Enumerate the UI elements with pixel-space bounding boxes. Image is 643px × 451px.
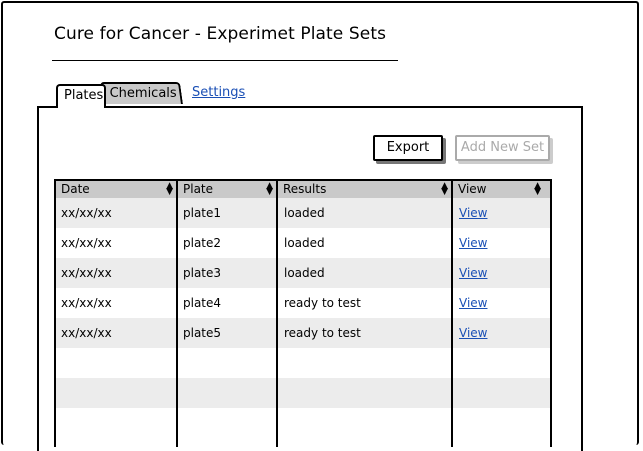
cell-plate: plate1 — [183, 206, 222, 220]
cell-plate: plate4 — [183, 296, 222, 310]
cell-results: loaded — [284, 206, 325, 220]
table-row[interactable]: xx/xx/xx plate5 ready to test View — [56, 318, 550, 348]
sort-icon[interactable]: ▲ ▼ — [441, 182, 448, 197]
page-title: Cure for Cancer - Experimet Plate Sets — [54, 24, 387, 44]
add-new-set-button[interactable]: Add New Set — [455, 135, 550, 161]
cell-results: loaded — [284, 236, 325, 250]
cell-results: ready to test — [284, 296, 361, 310]
column-divider — [176, 181, 178, 447]
view-link[interactable]: View — [459, 236, 487, 250]
cell-date: xx/xx/xx — [61, 266, 112, 280]
column-header-view-label: View — [458, 182, 487, 196]
sort-icon[interactable]: ▲ ▼ — [266, 182, 273, 197]
tab-settings[interactable]: Settings — [192, 85, 245, 100]
empty-row — [56, 378, 550, 408]
table-row[interactable]: xx/xx/xx plate2 loaded View — [56, 228, 550, 258]
column-header-results-label: Results — [283, 182, 327, 196]
sort-icon[interactable]: ▲ ▼ — [534, 182, 541, 197]
view-link[interactable]: View — [459, 206, 487, 220]
empty-row — [56, 348, 550, 378]
cell-date: xx/xx/xx — [61, 236, 112, 250]
table-row[interactable]: xx/xx/xx plate3 loaded View — [56, 258, 550, 288]
column-header-plate-label: Plate — [183, 182, 214, 196]
cell-plate: plate3 — [183, 266, 222, 280]
column-header-results[interactable]: Results ▲ ▼ — [278, 181, 453, 198]
plate-sets-table: Date ▲ ▼ Plate ▲ ▼ Results ▲ ▼ View ▲ ▼ xx/x… — [54, 179, 552, 447]
cell-date: xx/xx/xx — [61, 296, 112, 310]
view-link[interactable]: View — [459, 326, 487, 340]
tab-chemicals-label: Chemicals — [109, 86, 177, 101]
sort-icon[interactable]: ▲ ▼ — [166, 182, 173, 197]
cell-date: xx/xx/xx — [61, 206, 112, 220]
export-button[interactable]: Export — [373, 135, 443, 161]
view-link[interactable]: View — [459, 266, 487, 280]
cell-results: ready to test — [284, 326, 361, 340]
tab-plates-label: Plates — [64, 88, 104, 103]
active-tab-join — [58, 104, 104, 110]
empty-row — [56, 408, 550, 438]
column-header-date[interactable]: Date ▲ ▼ — [56, 181, 178, 198]
column-divider — [276, 181, 278, 447]
view-link[interactable]: View — [459, 296, 487, 310]
cell-results: loaded — [284, 266, 325, 280]
table-row[interactable]: xx/xx/xx plate1 loaded View — [56, 198, 550, 228]
cell-plate: plate5 — [183, 326, 222, 340]
title-divider — [52, 60, 398, 61]
column-header-plate[interactable]: Plate ▲ ▼ — [178, 181, 278, 198]
cell-plate: plate2 — [183, 236, 222, 250]
column-header-view[interactable]: View ▲ ▼ — [453, 181, 546, 198]
column-header-date-label: Date — [61, 182, 90, 196]
cell-date: xx/xx/xx — [61, 326, 112, 340]
table-header: Date ▲ ▼ Plate ▲ ▼ Results ▲ ▼ View ▲ ▼ — [56, 181, 550, 199]
column-divider — [451, 181, 453, 447]
table-row[interactable]: xx/xx/xx plate4 ready to test View — [56, 288, 550, 318]
tab-chemicals[interactable]: Chemicals — [99, 82, 183, 104]
